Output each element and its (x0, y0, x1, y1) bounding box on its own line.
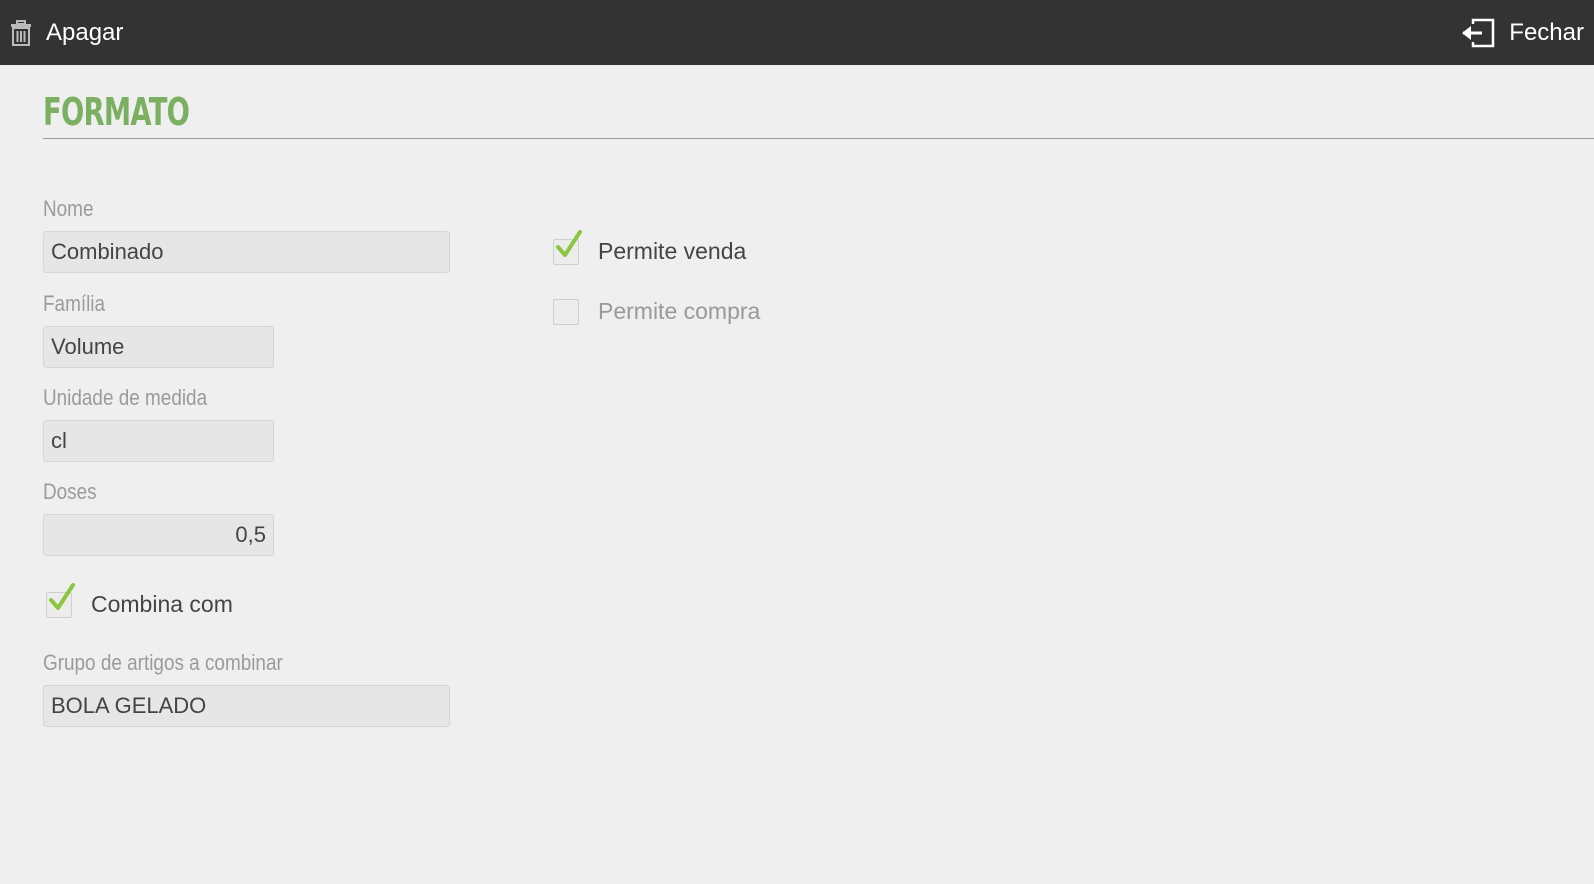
title-divider (43, 138, 1594, 139)
permite-compra-label: Permite compra (598, 298, 761, 324)
top-toolbar: Apagar Fechar (0, 0, 1594, 65)
permite-venda-label: Permite venda (598, 238, 747, 264)
combina-checkbox-row[interactable]: Combina com (46, 582, 233, 618)
permite-venda-row[interactable]: Permite venda (553, 229, 747, 265)
exit-icon (1461, 18, 1495, 48)
grupo-input[interactable] (43, 685, 450, 727)
permite-compra-checkbox[interactable] (553, 298, 579, 325)
combina-checkbox[interactable] (46, 582, 75, 618)
familia-label: Família (43, 291, 106, 316)
delete-button[interactable]: Apagar (10, 0, 123, 65)
close-button[interactable]: Fechar (1461, 0, 1584, 65)
doses-label: Doses (43, 479, 97, 504)
unidade-label: Unidade de medida (43, 385, 208, 410)
permite-venda-checkbox[interactable] (553, 229, 582, 265)
familia-input[interactable] (43, 326, 274, 368)
grupo-label: Grupo de artigos a combinar (43, 650, 283, 675)
page-title: FORMATO (43, 90, 190, 134)
trash-icon (10, 19, 32, 46)
nome-input[interactable] (43, 231, 450, 273)
permite-compra-row[interactable]: Permite compra (553, 298, 760, 325)
unidade-input[interactable] (43, 420, 274, 462)
nome-label: Nome (43, 196, 94, 221)
close-label: Fechar (1509, 18, 1584, 46)
checkmark-icon (49, 582, 75, 610)
checkmark-icon (556, 229, 582, 257)
doses-input[interactable] (43, 514, 274, 556)
delete-label: Apagar (46, 18, 124, 46)
combina-label: Combina com (91, 591, 233, 617)
